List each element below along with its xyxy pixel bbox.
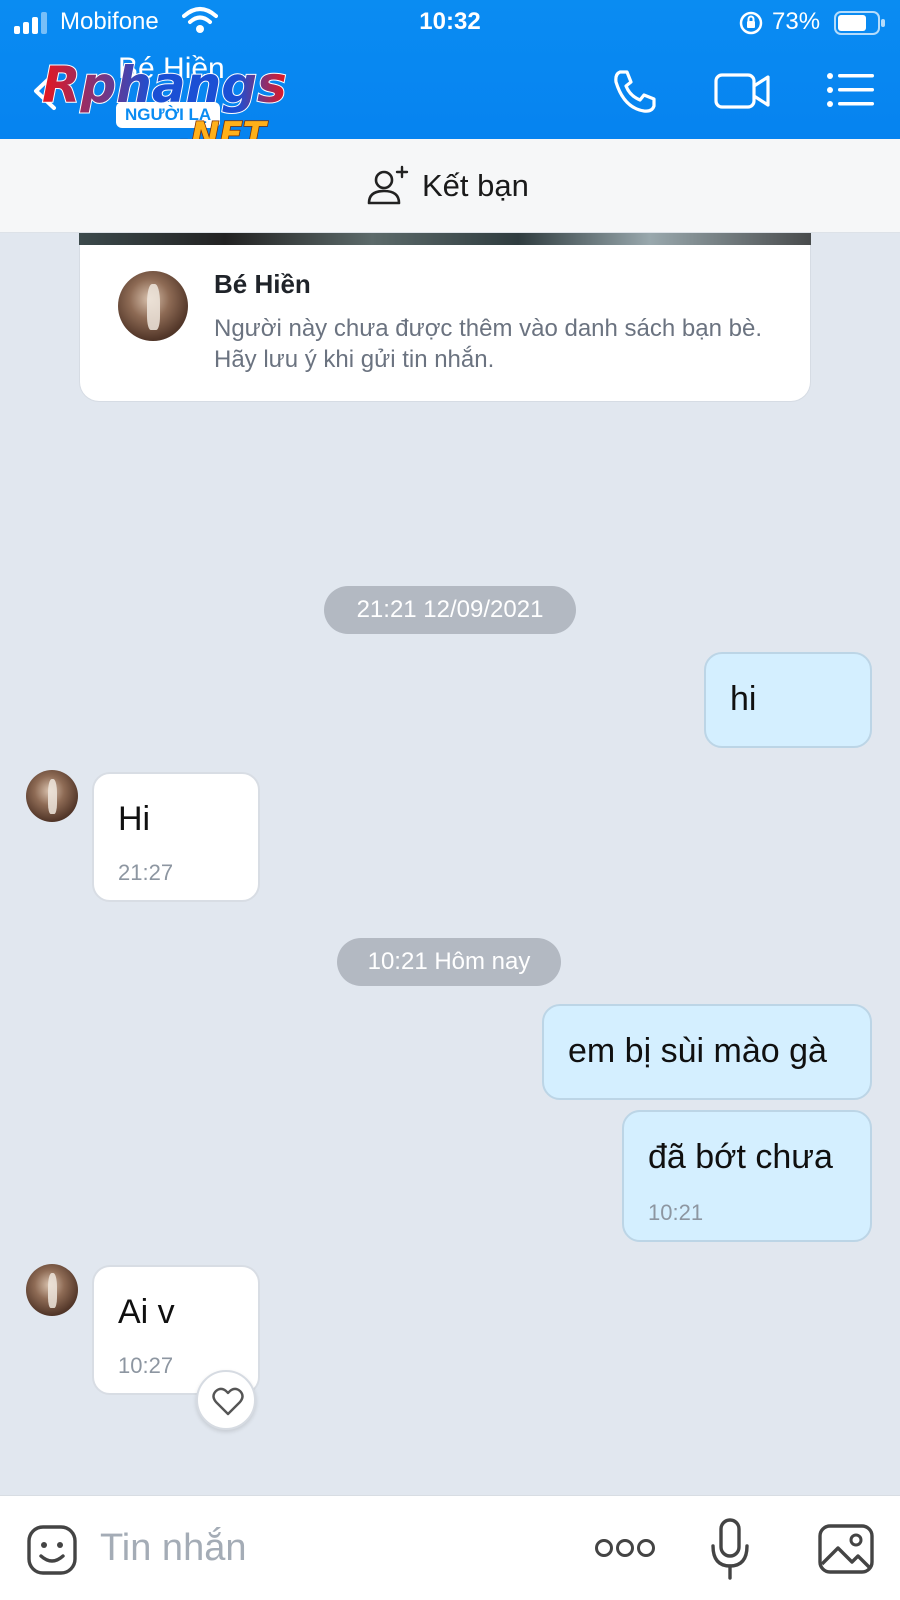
message-composer <box>0 1495 900 1600</box>
battery-icon <box>834 11 885 35</box>
battery-percent: 73% <box>772 8 821 35</box>
message-time: 21:27 <box>118 860 174 885</box>
contact-name[interactable]: Bé Hiền <box>118 52 225 86</box>
incoming-message[interactable]: Hi 21:27 <box>92 772 260 902</box>
message-time: 10:27 <box>118 1353 174 1378</box>
menu-icon[interactable] <box>826 66 876 114</box>
message-text: đã bớt chưa <box>648 1138 833 1176</box>
message-text: em bị sùi mào gà <box>568 1032 827 1070</box>
status-bar: Mobifone 10:32 73% <box>0 0 900 46</box>
profile-name: Bé Hiền <box>214 269 311 299</box>
avatar[interactable] <box>26 1264 78 1316</box>
avatar[interactable] <box>118 271 188 341</box>
stranger-warning-text: Người này chưa được thêm vào danh sách b… <box>214 315 762 373</box>
phone-icon[interactable] <box>608 66 660 114</box>
cover-photo-strip <box>79 233 811 245</box>
image-icon[interactable] <box>818 1524 874 1574</box>
heart-icon <box>212 1387 244 1416</box>
status-time: 10:32 <box>419 8 481 35</box>
microphone-icon[interactable] <box>710 1518 750 1580</box>
rotation-lock-icon <box>739 11 763 35</box>
outgoing-message[interactable]: hi <box>704 652 872 748</box>
sticker-icon[interactable] <box>26 1524 78 1576</box>
message-input[interactable] <box>100 1520 560 1576</box>
outgoing-message[interactable]: em bị sùi mào gà <box>542 1004 872 1100</box>
back-icon[interactable] <box>30 70 60 112</box>
message-text: hi <box>730 680 757 718</box>
add-friend-label: Kết bạn <box>422 168 529 203</box>
date-separator: 21:21 12/09/2021 <box>324 586 576 634</box>
message-text: Hi <box>118 800 151 838</box>
stranger-badge: NGƯỜI LẠ <box>116 102 221 128</box>
message-time: 10:21 <box>648 1200 704 1225</box>
avatar[interactable] <box>26 770 78 822</box>
outgoing-message[interactable]: đã bớt chưa 10:21 <box>622 1110 872 1242</box>
add-friend-icon <box>367 165 409 205</box>
top-bar: Mobifone 10:32 73% Bé Hiền NGƯỜI LẠ Rpha… <box>0 0 900 156</box>
react-button[interactable] <box>196 1370 256 1430</box>
add-friend-bar: Kết bạn <box>0 139 900 233</box>
date-separator: 10:21 Hôm nay <box>337 938 561 986</box>
add-friend-button[interactable]: Kết bạn <box>366 163 529 209</box>
more-icon[interactable] <box>594 1536 656 1560</box>
message-text: Ai v <box>118 1293 175 1331</box>
video-icon[interactable] <box>712 66 772 114</box>
stranger-profile-card[interactable]: Bé Hiền Người này chưa được thêm vào dan… <box>79 245 811 402</box>
